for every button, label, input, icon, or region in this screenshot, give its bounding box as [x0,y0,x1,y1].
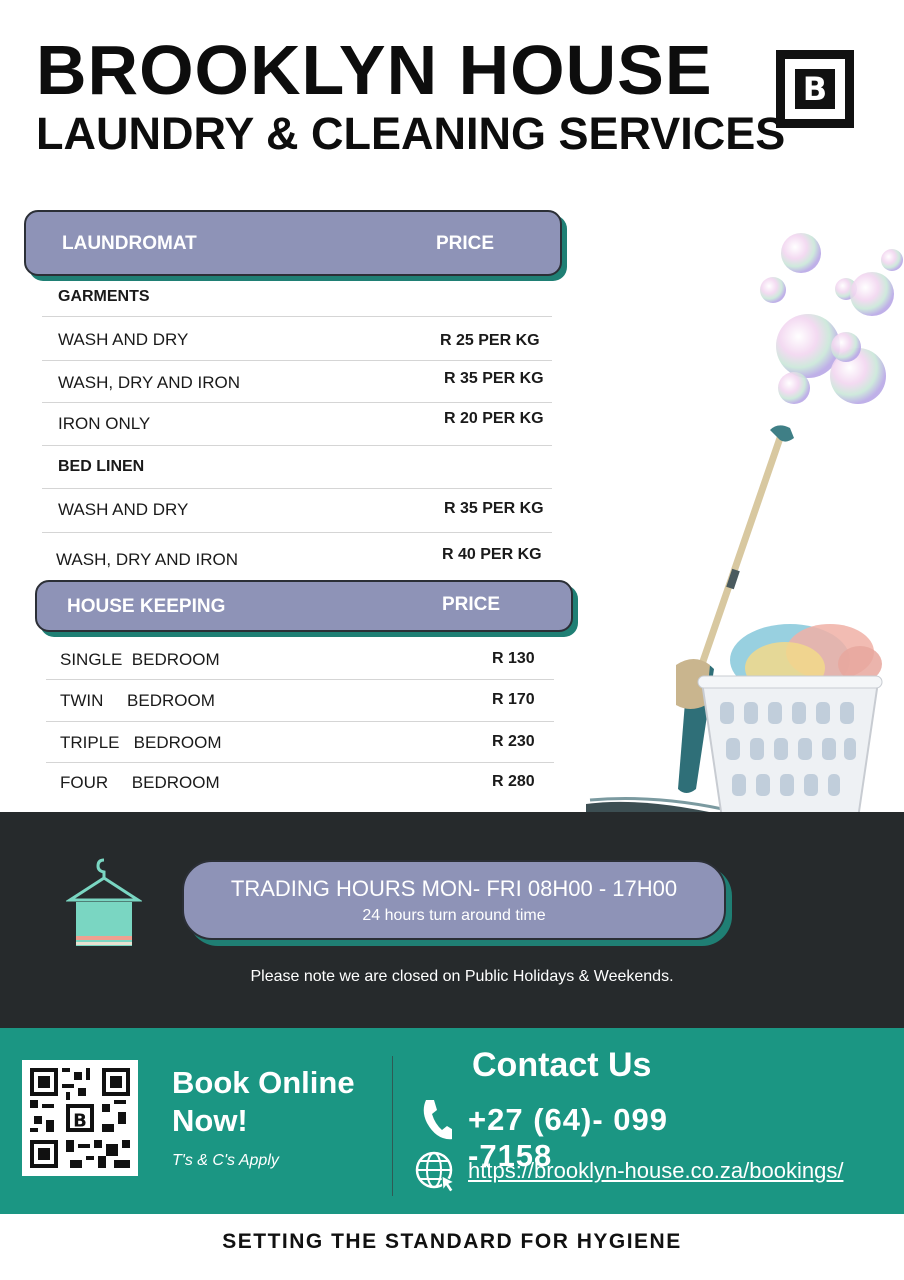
garment-price: R 25 PER KG [440,332,540,349]
garment-price: R 35 PER KG [444,370,544,387]
bed-linen-price: R 40 PER KG [442,546,542,563]
svg-text:B: B [73,1110,87,1131]
book-online-heading[interactable]: Book Online Now! [172,1064,355,1140]
terms-note: T's & C's Apply [172,1152,279,1169]
divider [42,445,552,446]
qr-code-icon: B [22,1060,138,1176]
hanger-towel-icon [66,858,142,946]
bubbles-illustration [760,233,903,404]
laundromat-header: LAUNDROMAT PRICE [24,210,562,276]
garment-item: WASH, DRY AND IRON [58,373,240,392]
turnaround-text: 24 hours turn around time [362,907,546,924]
garments-label: GARMENTS [58,288,150,305]
booking-link[interactable]: https://brooklyn-house.co.za/bookings/ [468,1158,843,1184]
qr-code[interactable]: B [22,1060,138,1176]
divider [42,402,552,403]
housekeeping-header: HOUSE KEEPING PRICE [35,580,573,632]
housekeeping-item: SINGLE BEDROOM [60,650,220,669]
housekeeping-heading: HOUSE KEEPING [67,596,226,617]
globe-icon [415,1151,456,1193]
divider [42,488,552,489]
divider [46,762,554,763]
trading-hours-text: TRADING HOURS MON- FRI 08H00 - 17H00 [230,876,678,901]
housekeeping-price: R 170 [492,691,535,708]
laundromat-price-heading: PRICE [436,233,495,254]
footer-tagline: SETTING THE STANDARD FOR HYGIENE [222,1230,682,1253]
logo-letter: B [795,69,835,109]
housekeeping-price: R 280 [492,773,535,790]
phone-icon [423,1100,452,1140]
garment-item: WASH AND DRY [58,330,189,349]
brand-subtitle: LAUNDRY & CLEANING SERVICES [36,108,786,159]
garment-price: R 20 PER KG [444,410,544,427]
divider [46,679,554,680]
divider-vertical [392,1056,393,1196]
housekeeping-price: R 230 [492,733,535,750]
housekeeping-price: R 130 [492,650,535,667]
divider [42,532,552,533]
divider [42,360,552,361]
brand-title: BROOKLYN HOUSE [36,31,713,109]
bed-linen-item: WASH AND DRY [58,500,189,519]
bed-linen-price: R 35 PER KG [444,500,544,517]
divider [46,721,554,722]
contact-heading: Contact Us [472,1046,652,1084]
bed-linen-label: BED LINEN [58,458,145,475]
closed-note: Please note we are closed on Public Holi… [250,968,674,985]
book-online-line2: Now! [172,1103,248,1138]
divider [42,316,552,317]
housekeeping-item: TWIN BEDROOM [60,691,215,710]
garment-item: IRON ONLY [58,414,151,433]
housekeeping-price-heading: PRICE [442,594,501,615]
housekeeping-item: TRIPLE BEDROOM [60,733,222,752]
book-online-line1: Book Online [172,1065,355,1100]
mop-basket-illustration [586,425,883,833]
bed-linen-item: WASH, DRY AND IRON [56,550,238,569]
laundromat-heading: LAUNDROMAT [62,233,197,254]
housekeeping-item: FOUR BEDROOM [60,773,220,792]
trading-hours-pill: TRADING HOURS MON- FRI 08H00 - 17H00 24 … [182,860,726,940]
brand-logo: B [776,50,854,128]
